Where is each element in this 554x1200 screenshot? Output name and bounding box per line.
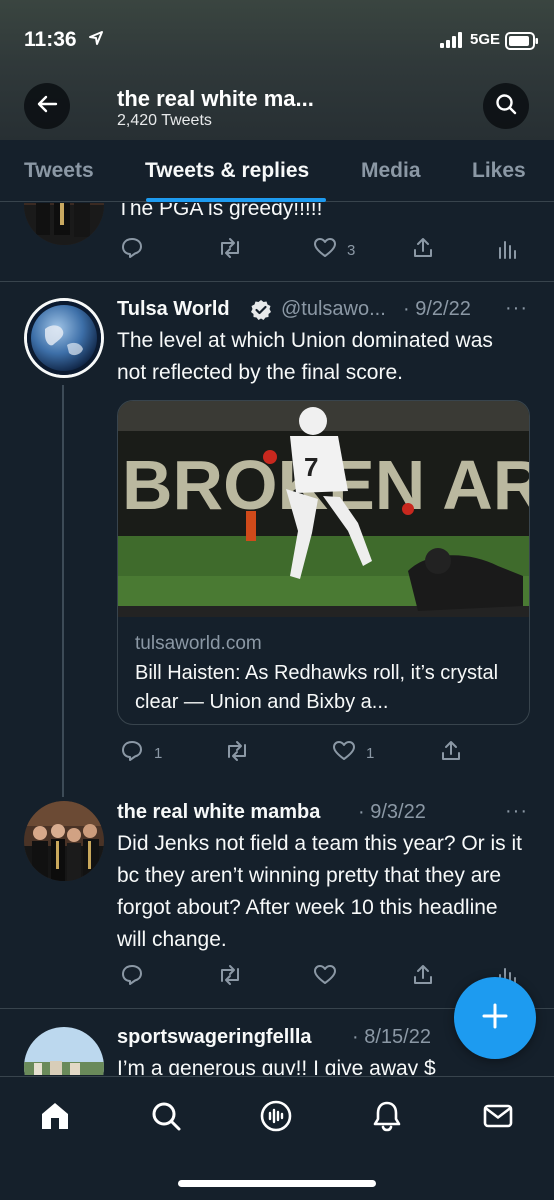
- retweet-icon: [217, 963, 243, 991]
- like-button[interactable]: 1: [332, 739, 374, 767]
- avatar[interactable]: [24, 203, 104, 245]
- tweet-date: · 9/3/22: [358, 801, 426, 823]
- reply-icon: [120, 963, 144, 991]
- tab-media[interactable]: Media: [361, 159, 421, 183]
- analytics-button[interactable]: [497, 236, 519, 264]
- share-icon: [411, 236, 435, 264]
- retweet-button[interactable]: [217, 963, 243, 991]
- active-tab-indicator: [146, 198, 326, 202]
- link-card-image: BROKEN AR 7: [118, 401, 529, 617]
- profile-tabs: Tweets Tweets & replies Media Likes: [0, 140, 554, 202]
- search-icon: [495, 93, 517, 120]
- home-icon[interactable]: [38, 1099, 72, 1138]
- avatar[interactable]: [24, 298, 104, 378]
- link-card-domain: tulsaworld.com: [135, 633, 262, 654]
- reply-button[interactable]: 1: [120, 739, 162, 767]
- location-arrow-icon: [88, 30, 104, 51]
- analytics-icon: [497, 236, 519, 264]
- author-name[interactable]: sportswageringfellla: [117, 1026, 312, 1049]
- tweet-divider: [0, 281, 554, 282]
- tab-tweets[interactable]: Tweets: [24, 159, 94, 183]
- retweet-icon: [224, 739, 250, 767]
- tab-tweets-replies[interactable]: Tweets & replies: [145, 159, 309, 183]
- more-options-button[interactable]: ···: [505, 297, 528, 320]
- retweet-button[interactable]: [224, 739, 250, 767]
- like-count: 3: [347, 241, 356, 259]
- tweet-text: Did Jenks not field a team this year? Or…: [117, 832, 522, 951]
- spaces-icon[interactable]: [259, 1099, 293, 1138]
- like-button[interactable]: 3: [313, 236, 355, 264]
- like-count: 1: [366, 744, 375, 762]
- link-card[interactable]: BROKEN AR 7 tulsaworld.com Bill Haisten:…: [117, 400, 530, 725]
- status-bar: 11:36 5GE: [0, 0, 554, 82]
- link-card-title: Bill Haisten: As Redhawks roll, it’s cry…: [135, 662, 499, 713]
- tweet-count: 2,420 Tweets: [117, 112, 212, 129]
- svg-text:7: 7: [304, 452, 318, 482]
- reply-button[interactable]: [120, 963, 144, 991]
- reply-icon: [120, 236, 144, 264]
- arrow-left-icon: [36, 93, 58, 120]
- share-button[interactable]: [411, 236, 435, 264]
- avatar[interactable]: [24, 1027, 104, 1075]
- search-button[interactable]: [483, 83, 529, 129]
- share-button[interactable]: [439, 739, 463, 767]
- signal-icon: [440, 32, 466, 53]
- profile-name-header: the real white ma...: [117, 86, 314, 111]
- status-time: 11:36: [24, 28, 77, 51]
- share-icon: [439, 739, 463, 767]
- reply-count: 1: [154, 744, 163, 762]
- verified-badge-icon: [250, 299, 272, 326]
- battery-icon: [505, 32, 539, 55]
- share-button[interactable]: [411, 963, 435, 991]
- author-name[interactable]: Tulsa World: [117, 298, 230, 321]
- heart-icon: [332, 739, 356, 767]
- tweet-date: · 9/2/22: [403, 298, 471, 320]
- back-button[interactable]: [24, 83, 70, 129]
- reply-icon: [120, 739, 144, 767]
- home-indicator: [178, 1180, 376, 1187]
- heart-icon: [313, 236, 337, 264]
- plus-icon: [481, 1002, 509, 1035]
- retweet-icon: [217, 236, 243, 264]
- more-options-button[interactable]: ···: [505, 800, 528, 823]
- reply-button[interactable]: [120, 236, 144, 264]
- tweet-clip: The PGA is greedy!!!!!: [0, 203, 554, 279]
- notifications-icon[interactable]: [370, 1099, 404, 1138]
- retweet-button[interactable]: [217, 236, 243, 264]
- like-button[interactable]: [313, 963, 337, 991]
- compose-tweet-button[interactable]: [454, 977, 536, 1059]
- share-icon: [411, 963, 435, 991]
- tweet-date: · 8/15/22: [352, 1026, 431, 1048]
- messages-icon[interactable]: [481, 1099, 515, 1138]
- heart-icon: [313, 963, 337, 991]
- avatar[interactable]: [24, 801, 104, 881]
- tweet-text: The PGA is greedy!!!!!: [117, 203, 323, 220]
- search-icon[interactable]: [149, 1099, 183, 1138]
- tweet-text: The level at which Union dominated was n…: [117, 329, 493, 384]
- tab-likes[interactable]: Likes: [472, 159, 526, 183]
- network-label: 5GE: [470, 31, 501, 48]
- thread-connector: [62, 385, 64, 797]
- tweet-text: I’m a generous guy!! I give away $: [117, 1057, 436, 1075]
- author-name[interactable]: the real white mamba: [117, 801, 320, 824]
- author-handle: @tulsawo...: [281, 298, 386, 320]
